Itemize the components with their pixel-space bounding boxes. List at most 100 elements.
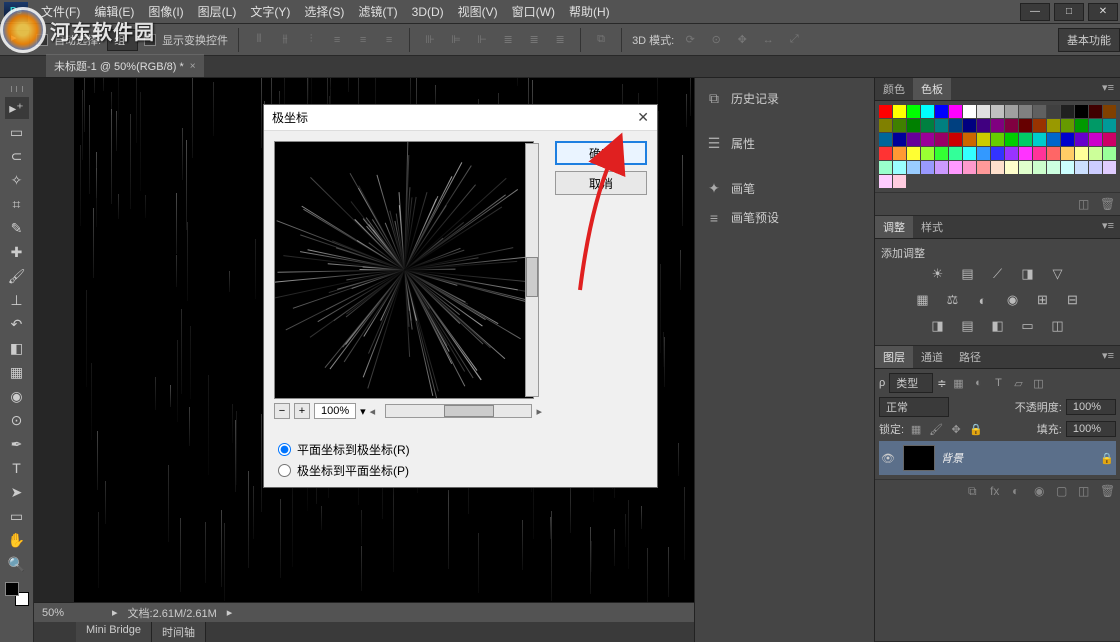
swatch[interactable]	[1033, 161, 1046, 174]
filter-type-icon[interactable]: T	[990, 376, 1006, 390]
link-icon[interactable]: ⧉	[968, 484, 984, 498]
lock-all-icon[interactable]: 🔒	[968, 422, 984, 436]
swatch[interactable]	[921, 161, 934, 174]
swatch[interactable]	[1033, 105, 1046, 118]
gradient-map-icon[interactable]: ▭	[1018, 317, 1038, 335]
menu-layer[interactable]: 图层(L)	[191, 0, 244, 24]
fx-icon[interactable]: fx	[990, 484, 1006, 498]
3d-roll-icon[interactable]: ⊙	[706, 30, 726, 50]
lock-transparent-icon[interactable]: ▦	[908, 422, 924, 436]
swatch[interactable]	[893, 175, 906, 188]
menu-window[interactable]: 窗口(W)	[505, 0, 562, 24]
healing-tool[interactable]: ✚	[5, 241, 29, 263]
swatch[interactable]	[893, 119, 906, 132]
swatch[interactable]	[991, 133, 1004, 146]
menu-select[interactable]: 选择(S)	[297, 0, 351, 24]
layer-name[interactable]: 背景	[941, 450, 1094, 466]
swatch[interactable]	[1089, 105, 1102, 118]
swatch[interactable]	[1047, 105, 1060, 118]
menu-help[interactable]: 帮助(H)	[562, 0, 617, 24]
mini-bridge-tab[interactable]: Mini Bridge	[76, 622, 152, 642]
marquee-tool[interactable]: ▭	[5, 121, 29, 143]
lock-position-icon[interactable]: ✥	[948, 422, 964, 436]
swatch[interactable]	[1005, 147, 1018, 160]
delete-swatch-icon[interactable]: 🗑	[1100, 197, 1116, 211]
swatch[interactable]	[921, 147, 934, 160]
adjustments-tab[interactable]: 调整	[875, 216, 913, 238]
properties-panel-button[interactable]: ☰属性	[695, 129, 874, 158]
swatch[interactable]	[921, 133, 934, 146]
posterize-icon[interactable]: ▤	[958, 317, 978, 335]
polar-to-rect-radio[interactable]: 极坐标到平面坐标(P)	[278, 462, 643, 479]
swatch[interactable]	[991, 161, 1004, 174]
menu-edit[interactable]: 编辑(E)	[87, 0, 141, 24]
swatch[interactable]	[907, 133, 920, 146]
close-window-button[interactable]: ✕	[1088, 3, 1118, 21]
swatch[interactable]	[949, 105, 962, 118]
zoom-tool[interactable]: 🔍	[5, 553, 29, 575]
auto-select-dropdown[interactable]: 组	[107, 29, 138, 51]
distribute-icon[interactable]: ≣	[524, 30, 544, 50]
swatch[interactable]	[963, 105, 976, 118]
swatch[interactable]	[1033, 119, 1046, 132]
swatch[interactable]	[1089, 133, 1102, 146]
magic-wand-tool[interactable]: ✧	[5, 169, 29, 191]
menu-filter[interactable]: 滤镜(T)	[351, 0, 404, 24]
selective-icon[interactable]: ◫	[1048, 317, 1068, 335]
swatch[interactable]	[1047, 161, 1060, 174]
layers-tab[interactable]: 图层	[875, 346, 913, 368]
swatch[interactable]	[963, 161, 976, 174]
menu-view[interactable]: 视图(V)	[451, 0, 505, 24]
3d-slide-icon[interactable]: ↔	[758, 30, 778, 50]
swatch[interactable]	[1061, 133, 1074, 146]
swatch[interactable]	[963, 147, 976, 160]
menu-file[interactable]: 文件(F)	[34, 0, 87, 24]
levels-icon[interactable]: ▤	[958, 265, 978, 283]
swatch[interactable]	[1033, 147, 1046, 160]
h-scrollbar[interactable]	[385, 404, 532, 418]
history-panel-button[interactable]: ⧉历史记录	[695, 84, 874, 113]
close-tab-icon[interactable]: ×	[190, 61, 196, 72]
swatch[interactable]	[907, 147, 920, 160]
workspace-switcher[interactable]: 基本功能	[1058, 28, 1120, 52]
brush-panel-button[interactable]: ✦画笔	[695, 174, 874, 203]
swatch[interactable]	[1089, 147, 1102, 160]
brightness-icon[interactable]: ☀	[928, 265, 948, 283]
swatch[interactable]	[991, 147, 1004, 160]
swatch[interactable]	[1047, 133, 1060, 146]
swatch[interactable]	[879, 147, 892, 160]
swatch[interactable]	[893, 133, 906, 146]
align-icon[interactable]: ≡	[353, 30, 373, 50]
visibility-icon[interactable]: 👁	[881, 452, 897, 465]
swatch[interactable]	[949, 161, 962, 174]
swatch[interactable]	[893, 105, 906, 118]
swatch[interactable]	[1075, 105, 1088, 118]
swatch[interactable]	[1019, 161, 1032, 174]
timeline-tab[interactable]: 时间轴	[152, 622, 206, 642]
dodge-tool[interactable]: ⊙	[5, 409, 29, 431]
curves-icon[interactable]: ⟋	[988, 265, 1008, 283]
swatch[interactable]	[907, 161, 920, 174]
v-scrollbar[interactable]	[525, 143, 539, 397]
align-icon[interactable]: ⫴	[249, 30, 269, 50]
channel-mix-icon[interactable]: ⊞	[1033, 291, 1053, 309]
swatch[interactable]	[1075, 147, 1088, 160]
3d-pan-icon[interactable]: ✥	[732, 30, 752, 50]
swatch[interactable]	[935, 147, 948, 160]
lasso-tool[interactable]: ⊂	[5, 145, 29, 167]
swatch[interactable]	[1061, 161, 1074, 174]
swatch[interactable]	[1061, 119, 1074, 132]
styles-tab[interactable]: 样式	[913, 216, 951, 238]
swatch[interactable]	[1061, 147, 1074, 160]
menu-image[interactable]: 图像(I)	[141, 0, 190, 24]
brush-tool[interactable]: 🖌	[5, 265, 29, 287]
3d-orbit-icon[interactable]: ⟳	[680, 30, 700, 50]
align-icon[interactable]: ⫵	[275, 30, 295, 50]
blend-mode-dropdown[interactable]: 正常	[879, 397, 949, 417]
shape-tool[interactable]: ▭	[5, 505, 29, 527]
channels-tab[interactable]: 通道	[913, 346, 951, 368]
distribute-icon[interactable]: ⊩	[472, 30, 492, 50]
swatch[interactable]	[935, 105, 948, 118]
distribute-icon[interactable]: ≣	[550, 30, 570, 50]
swatches-tab[interactable]: 色板	[913, 78, 951, 100]
